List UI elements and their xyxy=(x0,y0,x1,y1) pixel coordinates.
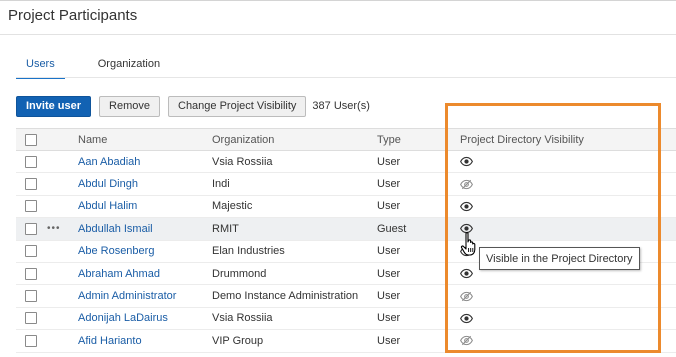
user-type: User xyxy=(377,155,401,168)
visibility-cell xyxy=(460,285,473,306)
column-header-visibility[interactable]: Project Directory Visibility xyxy=(460,129,584,150)
row-checkbox[interactable] xyxy=(25,267,37,280)
row-checkbox[interactable] xyxy=(25,222,37,235)
row-select-cell xyxy=(25,196,37,217)
user-name-link[interactable]: Abdul Dingh xyxy=(78,173,138,194)
row-checkbox[interactable] xyxy=(25,290,37,303)
user-type: User xyxy=(377,334,401,347)
participants-table: Name Organization Type Project Directory… xyxy=(16,128,676,353)
user-name-link[interactable]: Abe Rosenberg xyxy=(78,241,154,262)
visibility-cell xyxy=(460,330,473,351)
user-count: 387 User(s) xyxy=(312,100,370,112)
table-row[interactable]: Adonijah LaDairus Vsia Rossiia User xyxy=(16,308,676,331)
table-header: Name Organization Type Project Directory… xyxy=(16,128,676,151)
remove-button[interactable]: Remove xyxy=(99,95,160,117)
user-type: User xyxy=(377,312,401,325)
user-type: User xyxy=(377,200,401,213)
row-select-cell xyxy=(25,263,37,284)
eye-icon[interactable] xyxy=(460,268,473,279)
user-name-link[interactable]: Abdul Halim xyxy=(78,196,137,217)
user-name-link[interactable]: Abdullah Ismail xyxy=(78,218,153,239)
table-row[interactable]: Abdul Dingh Indi User xyxy=(16,173,676,196)
visibility-cell xyxy=(460,196,473,217)
visibility-cell xyxy=(460,173,473,194)
user-name-link[interactable]: Adonijah LaDairus xyxy=(78,308,168,329)
page-title: Project Participants xyxy=(8,7,138,24)
tab-organization[interactable]: Organization xyxy=(88,57,170,79)
user-name-link[interactable]: Aan Abadiah xyxy=(78,151,140,172)
user-organization: Drummond xyxy=(212,267,267,280)
user-name-link[interactable]: Abraham Ahmad xyxy=(78,263,160,284)
select-all-cell xyxy=(25,129,37,150)
table-row[interactable]: Abdul Halim Majestic User xyxy=(16,196,676,219)
user-type: User xyxy=(377,290,401,303)
table-row[interactable]: Admin Administrator Demo Instance Admini… xyxy=(16,285,676,308)
user-organization: Vsia Rossiia xyxy=(212,312,273,325)
user-organization: Demo Instance Administration xyxy=(212,290,359,303)
visibility-cell xyxy=(460,308,473,329)
user-type: User xyxy=(377,178,401,191)
user-organization: Elan Industries xyxy=(212,245,285,258)
row-checkbox[interactable] xyxy=(25,155,37,168)
user-organization: RMIT xyxy=(212,222,239,235)
table-row[interactable]: Aan Abadiah Vsia Rossiia User xyxy=(16,151,676,174)
row-actions-icon[interactable]: ••• xyxy=(47,218,61,239)
row-checkbox[interactable] xyxy=(25,334,37,347)
eye-icon[interactable] xyxy=(460,313,473,324)
change-project-visibility-button[interactable]: Change Project Visibility xyxy=(168,95,307,117)
tab-bar: Users Organization xyxy=(16,57,193,79)
user-organization: Vsia Rossiia xyxy=(212,155,273,168)
column-header-organization[interactable]: Organization xyxy=(212,129,274,150)
row-checkbox[interactable] xyxy=(25,200,37,213)
visibility-cell xyxy=(460,263,473,284)
eye-slash-icon[interactable] xyxy=(460,335,473,346)
row-checkbox[interactable] xyxy=(25,245,37,258)
column-header-name[interactable]: Name xyxy=(78,129,107,150)
user-organization: Indi xyxy=(212,178,230,191)
row-select-cell xyxy=(25,330,37,351)
user-organization: VIP Group xyxy=(212,334,264,347)
row-select-cell xyxy=(25,218,37,239)
user-name-link[interactable]: Admin Administrator xyxy=(78,285,176,306)
table-row[interactable]: Afid Harianto VIP Group User xyxy=(16,330,676,353)
tabs-divider xyxy=(16,77,676,78)
title-divider xyxy=(0,34,676,35)
user-name-link[interactable]: Afid Harianto xyxy=(78,330,142,351)
tab-users[interactable]: Users xyxy=(16,57,65,79)
row-select-cell xyxy=(25,241,37,262)
toolbar: Invite user Remove Change Project Visibi… xyxy=(16,95,370,117)
column-header-type[interactable]: Type xyxy=(377,129,401,150)
row-select-cell xyxy=(25,173,37,194)
top-divider xyxy=(0,0,676,1)
user-organization: Majestic xyxy=(212,200,253,213)
eye-icon[interactable] xyxy=(460,201,473,212)
visibility-tooltip: Visible in the Project Directory xyxy=(479,247,640,270)
select-all-checkbox[interactable] xyxy=(25,133,37,146)
eye-icon[interactable] xyxy=(460,156,473,167)
row-select-cell xyxy=(25,285,37,306)
eye-slash-icon[interactable] xyxy=(460,179,473,190)
row-select-cell xyxy=(25,151,37,172)
row-checkbox[interactable] xyxy=(25,178,37,191)
hand-pointer-icon xyxy=(460,232,476,256)
row-checkbox[interactable] xyxy=(25,312,37,325)
user-type: Guest xyxy=(377,222,407,235)
visibility-cell xyxy=(460,151,473,172)
eye-slash-icon[interactable] xyxy=(460,291,473,302)
invite-user-button[interactable]: Invite user xyxy=(16,95,92,117)
user-type: User xyxy=(377,245,401,258)
row-select-cell xyxy=(25,308,37,329)
user-type: User xyxy=(377,267,401,280)
table-row[interactable]: ••• Abdullah Ismail RMIT Guest xyxy=(16,218,676,241)
